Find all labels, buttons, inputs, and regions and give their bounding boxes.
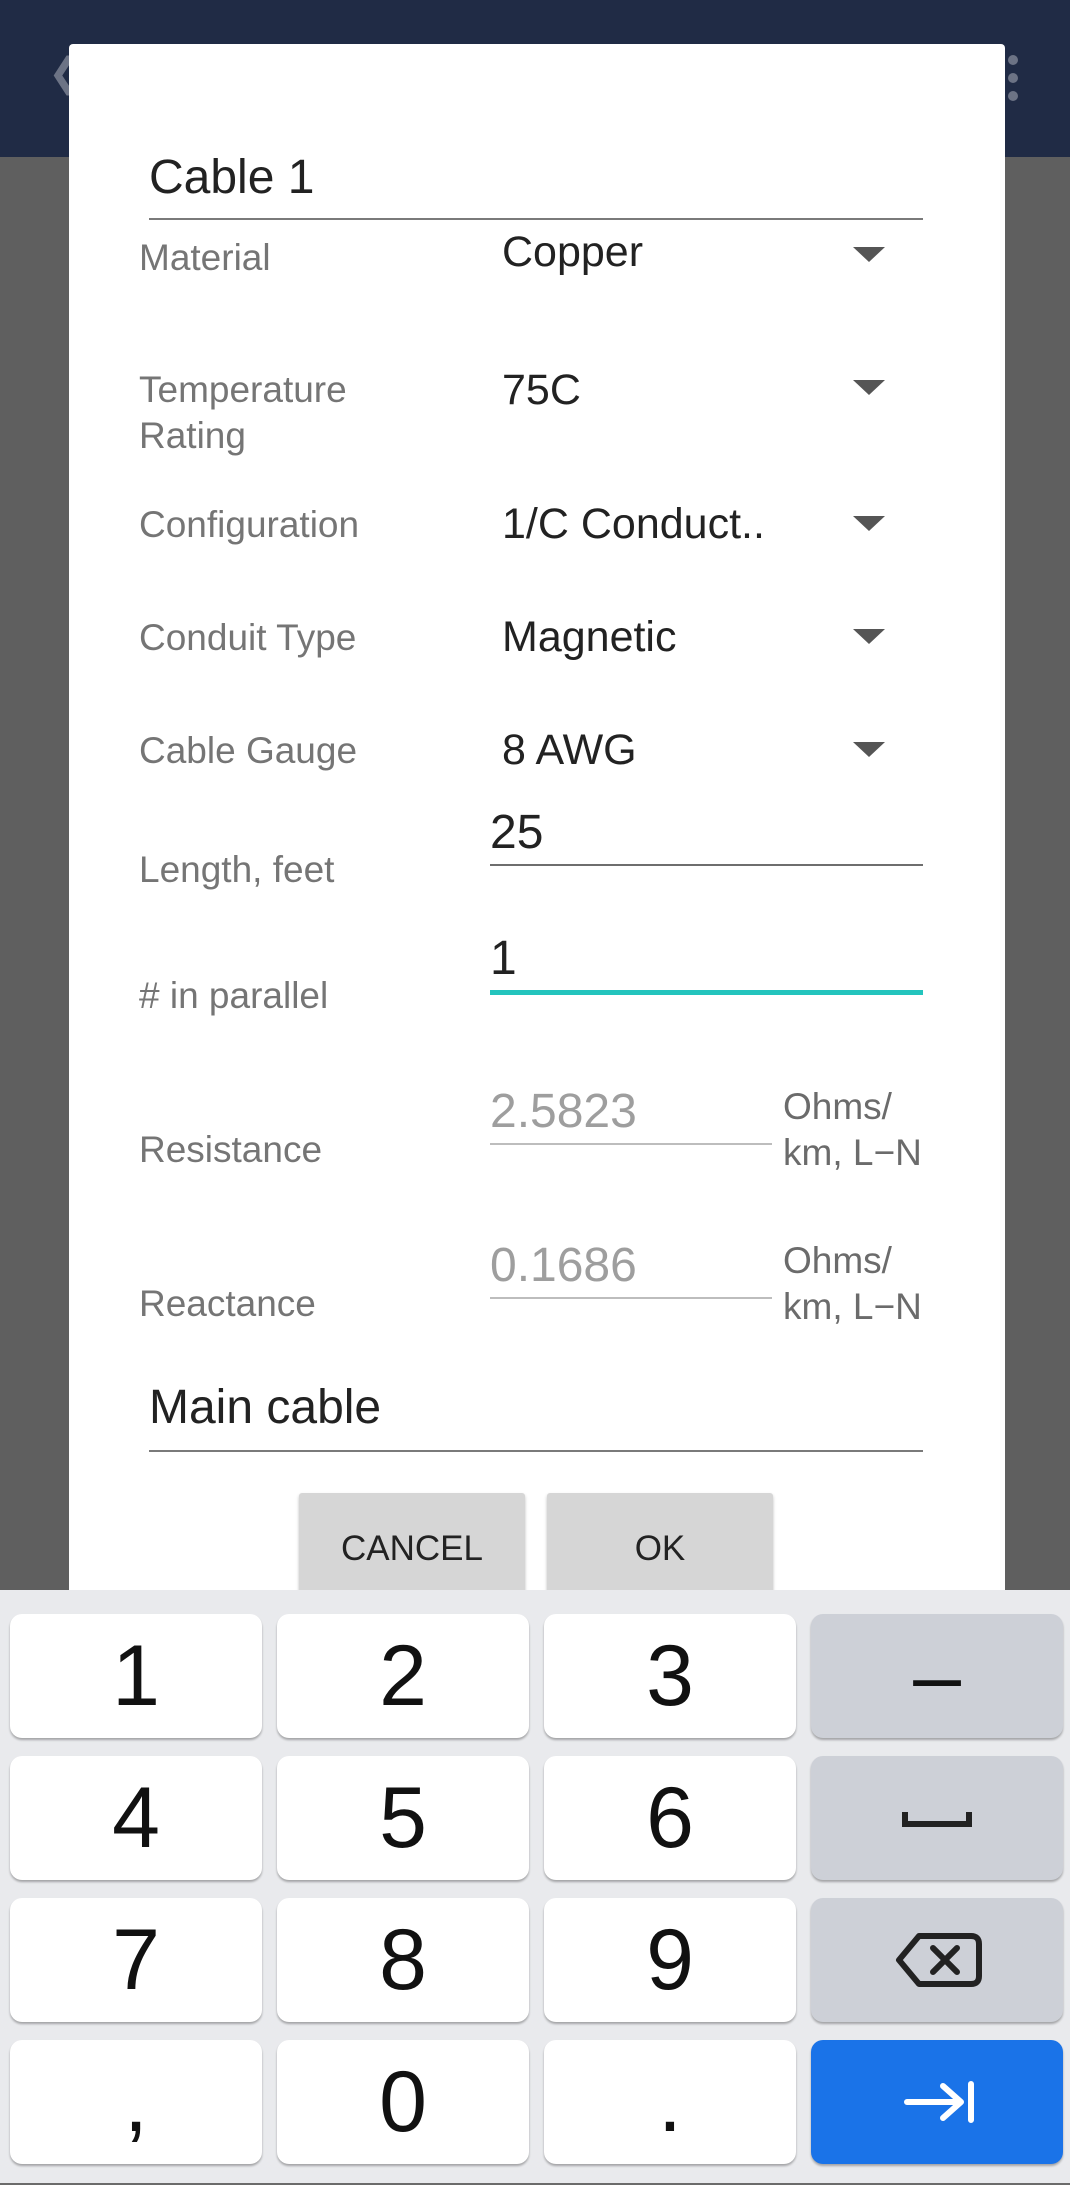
key-0[interactable]: 0 (277, 2040, 529, 2164)
key-1[interactable]: 1 (10, 1614, 262, 1738)
key-3[interactable]: 3 (544, 1614, 796, 1738)
temperature-rating-label: Temperature Rating (139, 369, 347, 456)
description-value: Main cable (149, 1381, 382, 1434)
cable-gauge-value[interactable]: 8 AWG (502, 726, 637, 775)
conduit-type-dropdown-icon[interactable] (853, 629, 885, 644)
key-9[interactable]: 9 (544, 1898, 796, 2022)
cable-gauge-label: Cable Gauge (139, 730, 358, 771)
key-7[interactable]: 7 (10, 1898, 262, 2022)
reactance-input: 0.1686 (490, 1239, 772, 1299)
parallel-input[interactable]: 1 (490, 932, 923, 995)
key-6[interactable]: 6 (544, 1756, 796, 1880)
length-label: Length, feet (139, 849, 335, 890)
cable-name-value: Cable 1 (149, 151, 315, 204)
key-backspace[interactable] (811, 1898, 1063, 2022)
numeric-keyboard: 1 2 3 – 4 5 6 7 8 9 , 0 . (0, 1590, 1070, 2183)
cable-dialog: Cable 1 Material Copper Temperature Rati… (69, 44, 1005, 1590)
temperature-rating-value[interactable]: 75C (502, 366, 581, 415)
key-5[interactable]: 5 (277, 1756, 529, 1880)
configuration-dropdown-icon[interactable] (853, 516, 885, 531)
length-value: 25 (490, 806, 544, 859)
resistance-unit: Ohms/ km, L−N (783, 1086, 922, 1173)
cancel-button-label: CANCEL (341, 1529, 483, 1568)
reactance-unit: Ohms/ km, L−N (783, 1240, 922, 1327)
parallel-label: # in parallel (139, 975, 329, 1016)
tab-next-icon (904, 2081, 974, 2123)
key-next[interactable] (811, 2040, 1063, 2164)
material-value[interactable]: Copper (502, 228, 643, 277)
conduit-type-label: Conduit Type (139, 617, 357, 658)
temperature-rating-dropdown-icon[interactable] (853, 380, 885, 395)
cable-gauge-dropdown-icon[interactable] (853, 742, 885, 757)
reactance-label: Reactance (139, 1283, 316, 1324)
resistance-input: 2.5823 (490, 1085, 772, 1145)
key-period[interactable]: . (544, 2040, 796, 2164)
backspace-icon (896, 1933, 982, 1987)
parallel-value: 1 (490, 932, 517, 985)
key-2[interactable]: 2 (277, 1614, 529, 1738)
description-input[interactable]: Main cable (149, 1370, 923, 1452)
key-4[interactable]: 4 (10, 1756, 262, 1880)
key-minus[interactable]: – (811, 1614, 1063, 1738)
reactance-value: 0.1686 (490, 1239, 637, 1292)
key-comma[interactable]: , (10, 2040, 262, 2164)
length-input[interactable]: 25 (490, 806, 923, 866)
more-options-icon[interactable] (1008, 55, 1018, 101)
ok-button-label: OK (634, 1529, 686, 1568)
resistance-value: 2.5823 (490, 1085, 637, 1138)
cable-name-input[interactable]: Cable 1 (149, 104, 923, 220)
space-icon (902, 1812, 972, 1827)
material-dropdown-icon[interactable] (853, 247, 885, 262)
conduit-type-value[interactable]: Magnetic (502, 613, 676, 662)
material-label: Material (139, 237, 271, 278)
key-8[interactable]: 8 (277, 1898, 529, 2022)
configuration-label: Configuration (139, 504, 360, 545)
resistance-label: Resistance (139, 1129, 323, 1170)
configuration-value[interactable]: 1/C Conduct.. (502, 500, 765, 549)
cancel-button[interactable]: CANCEL (299, 1493, 525, 1590)
ok-button[interactable]: OK (547, 1493, 773, 1590)
key-space[interactable] (811, 1756, 1063, 1880)
